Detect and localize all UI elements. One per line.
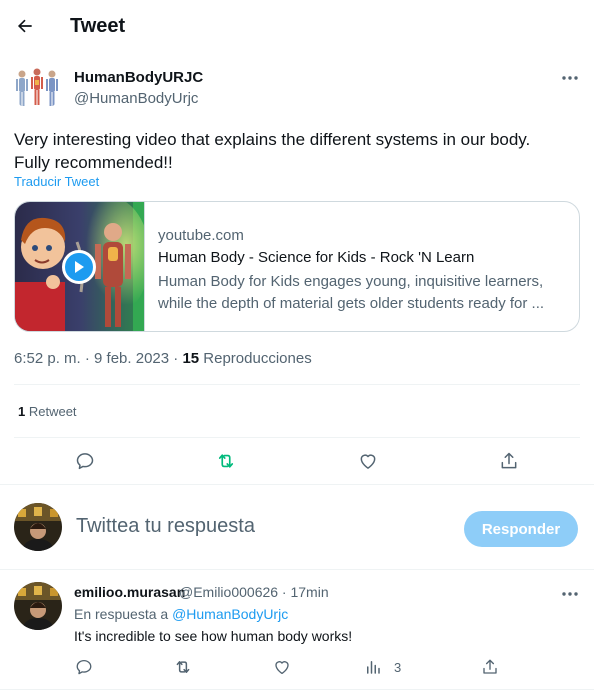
divider (14, 437, 580, 438)
more-icon (562, 592, 578, 596)
share-icon (501, 452, 517, 469)
play-icon (75, 261, 84, 273)
like-button[interactable] (350, 443, 386, 479)
card-description-line: Human Body for Kids engages young, inqui… (158, 273, 544, 290)
user-avatar-image (14, 503, 62, 551)
divider (0, 689, 594, 690)
retweet-stats[interactable]: 1 Retweet (18, 404, 77, 419)
author-avatar[interactable] (13, 64, 61, 112)
video-thumbnail (15, 202, 145, 331)
back-arrow-icon (17, 19, 32, 33)
divider (0, 569, 594, 570)
reply-input[interactable]: Twittea tu respuesta (76, 515, 255, 538)
translate-tweet-link[interactable]: Traducir Tweet (14, 174, 99, 189)
reply-author-name[interactable]: emilioo.murasan (74, 584, 185, 600)
tweet-timestamp[interactable]: 6:52 p. m. · 9 feb. 2023 · (14, 350, 182, 367)
in-reply-to: En respuesta a @HumanBodyUrjc (74, 606, 288, 622)
reply-more-options-button[interactable] (556, 584, 584, 604)
reply-icon (76, 659, 92, 675)
play-button[interactable] (62, 250, 96, 284)
like-icon (360, 454, 376, 469)
card-description: Human Body for Kids engages young, inqui… (158, 271, 563, 315)
share-button[interactable] (491, 443, 527, 479)
reply-views-button[interactable]: 3 (364, 649, 401, 685)
more-options-button[interactable] (556, 68, 584, 88)
views-icon (367, 661, 380, 674)
reply-reply-button[interactable] (66, 649, 102, 685)
header-bar: Tweet (0, 0, 594, 54)
in-reply-handle-link[interactable]: @HumanBodyUrjc (172, 606, 288, 622)
back-button[interactable] (10, 11, 40, 41)
card-title: Human Body - Science for Kids - Rock 'N … (158, 249, 475, 266)
tweet-text-line: Very interesting video that explains the… (14, 130, 531, 149)
retweet-icon (218, 454, 234, 468)
divider (0, 484, 594, 485)
author-handle[interactable]: @HumanBodyUrjc (74, 90, 198, 107)
views-count: 15 (182, 350, 200, 367)
share-icon (483, 659, 497, 674)
reply-author-avatar[interactable] (14, 582, 62, 630)
reply-submit-button[interactable]: Responder (464, 511, 578, 547)
reply-retweet-button[interactable] (165, 649, 201, 685)
like-icon (275, 661, 289, 675)
reply-icon (76, 453, 94, 470)
reply-avatar-image (14, 582, 62, 630)
views-label: Reproducciones (199, 350, 312, 367)
retweet-button[interactable] (208, 443, 244, 479)
tweet-meta: 6:52 p. m. · 9 feb. 2023 · 15 Reproducci… (14, 350, 312, 367)
divider (14, 384, 580, 385)
page-title: Tweet (70, 15, 126, 37)
more-icon (562, 76, 578, 80)
retweet-icon (176, 661, 190, 673)
link-preview-card[interactable]: youtube.com Human Body - Science for Kid… (14, 201, 580, 332)
card-description-line: while the depth of material gets older s… (158, 295, 545, 312)
reply-views-count: 3 (394, 659, 402, 675)
tweet-text: Very interesting video that explains the… (14, 128, 574, 174)
author-name[interactable]: HumanBodyURJC (74, 69, 203, 86)
card-domain: youtube.com (158, 227, 244, 244)
tweet-text-line: Fully recommended!! (14, 153, 173, 172)
reply-like-button[interactable] (264, 649, 300, 685)
reply-text: It's incredible to see how human body wo… (74, 628, 353, 644)
retweet-label: Retweet (25, 404, 77, 419)
reply-button[interactable] (67, 443, 103, 479)
reply-author-handle-time[interactable]: @Emilio000626 · 17min (179, 584, 329, 600)
anatomy-figures-image (13, 64, 61, 112)
reply-share-button[interactable] (472, 649, 508, 685)
in-reply-prefix: En respuesta a (74, 606, 173, 622)
user-avatar[interactable] (14, 503, 62, 551)
